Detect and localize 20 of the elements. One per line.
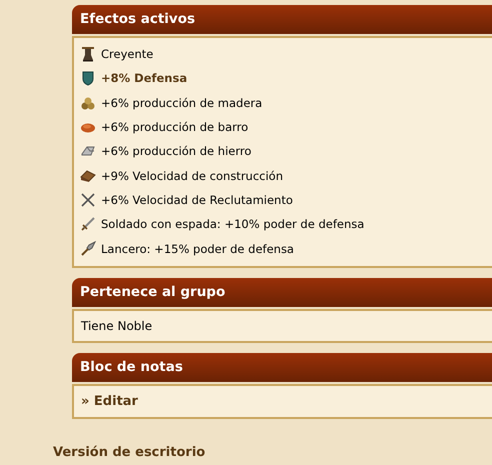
panel-header: Bloc de notas	[72, 352, 492, 382]
effect-text: +8% Defensa	[101, 71, 188, 86]
group-text: Tiene Noble	[81, 318, 152, 333]
effect-text: +6% producción de hierro	[101, 144, 252, 158]
panel-header: Pertenece al grupo	[72, 278, 492, 307]
effect-text: +6% producción de barro	[101, 120, 248, 134]
panel-header: Efectos activos	[72, 5, 492, 34]
effect-text: +9% Velocidad de construcción	[101, 168, 283, 183]
effect-text: +6% producción de madera	[101, 96, 262, 110]
shield-icon	[80, 70, 96, 86]
effect-text: +6% Velocidad de Reclutamiento	[101, 192, 293, 207]
effect-text: Creyente	[101, 47, 154, 62]
log-pile-icon	[80, 94, 96, 111]
effect-text: Lancero: +15% poder de defensa	[101, 242, 294, 256]
effect-text: Soldado con espada: +10% poder de defensa	[101, 217, 364, 232]
sword-icon	[80, 216, 96, 232]
edit-link[interactable]: » Editar	[81, 394, 138, 409]
desktop-version-link[interactable]: Versión de escritorio	[53, 444, 206, 460]
spear-icon	[80, 240, 96, 257]
crossed-swords-icon	[80, 192, 96, 208]
